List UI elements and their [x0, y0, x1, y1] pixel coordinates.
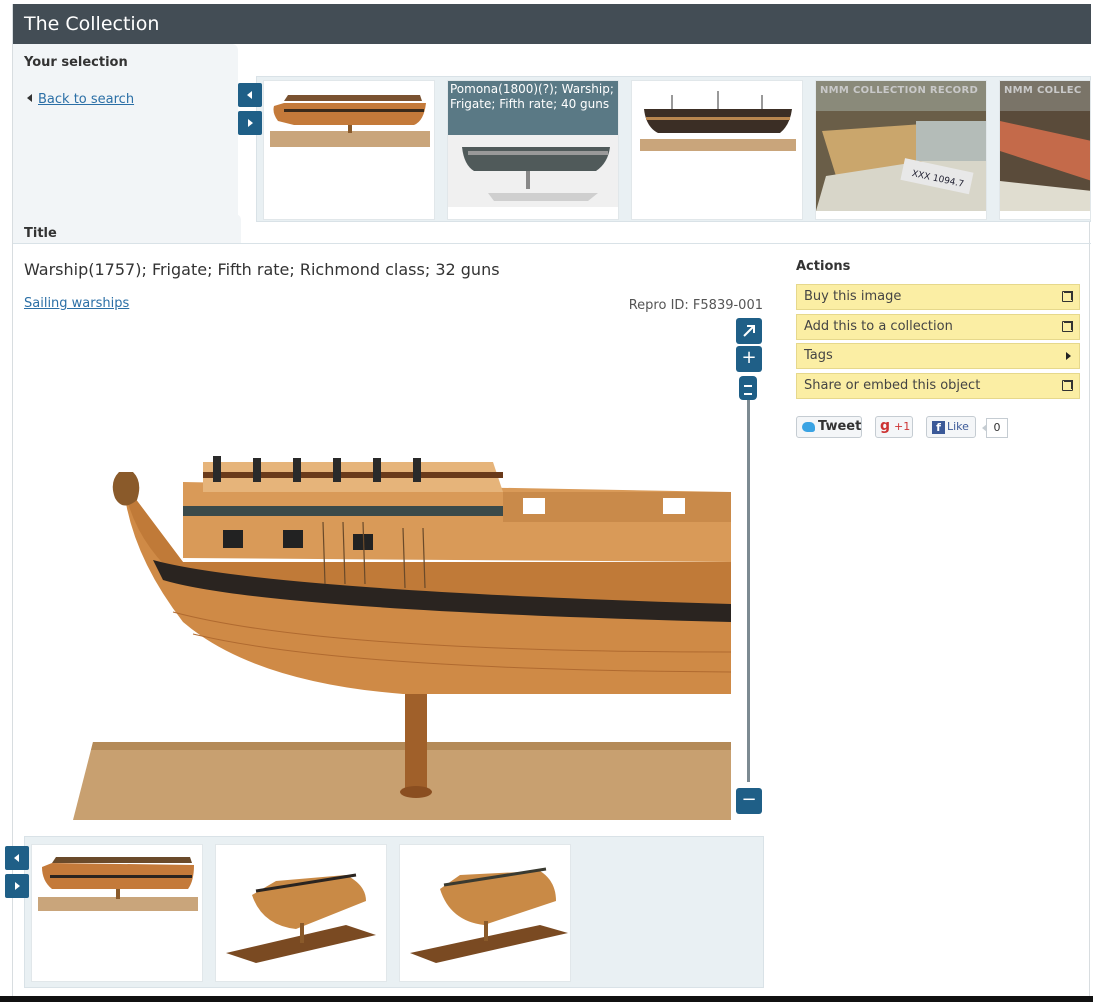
chevron-right-icon	[248, 119, 253, 127]
ship-model-thumb-image	[264, 81, 434, 219]
ship-stern-view-image	[400, 845, 570, 981]
back-to-search-label: Back to search	[38, 92, 135, 107]
image-strip-prev-button[interactable]	[5, 846, 29, 870]
twitter-bird-icon	[802, 422, 815, 432]
tags-button[interactable]: Tags	[796, 343, 1080, 369]
external-link-icon	[1062, 290, 1074, 302]
external-link-icon	[1062, 320, 1074, 332]
action-label: Share or embed this object	[804, 378, 981, 393]
zoom-slider-track[interactable]	[747, 382, 750, 782]
action-label: Add this to a collection	[804, 319, 953, 334]
page: The Collection Your selection Back to se…	[5, 4, 1091, 998]
image-strip-next-button[interactable]	[5, 874, 29, 898]
category-link[interactable]: Sailing warships	[24, 296, 129, 311]
record-photo-thumb-image: XXX 1094.7	[816, 81, 986, 211]
selection-tab: Your selection Back to search	[13, 44, 238, 224]
zoom-out-button[interactable]: −	[736, 788, 762, 814]
thumb-caption: Pomona(1800)(?); Warship; Frigate; Fifth…	[448, 81, 618, 135]
chevron-left-icon	[14, 854, 19, 862]
chevron-left-icon	[247, 91, 252, 99]
repro-id: Repro ID: F5839-001	[628, 298, 763, 313]
chevron-right-icon	[15, 882, 20, 890]
selection-thumb[interactable]: NMM COLLEC	[999, 80, 1091, 220]
expand-icon	[743, 325, 755, 337]
actions-heading: Actions	[796, 259, 851, 274]
ship-bow-view-image	[216, 845, 386, 981]
main-object-image[interactable]	[63, 322, 731, 820]
tweet-button[interactable]: Tweet	[796, 416, 862, 438]
zoom-in-button[interactable]: +	[736, 346, 762, 372]
zoom-slider-handle[interactable]	[739, 376, 757, 400]
selection-thumb-active[interactable]: Pomona(1800)(?); Warship; Frigate; Fifth…	[447, 80, 619, 220]
thumb-overlay-text: NMM COLLEC	[1004, 85, 1082, 96]
buy-image-button[interactable]: Buy this image	[796, 284, 1080, 310]
record-photo-thumb-image	[1000, 81, 1090, 211]
action-label: Tags	[804, 348, 833, 363]
facebook-like-label: Like	[947, 420, 969, 433]
object-title: Warship(1757); Frigate; Fifth rate; Rich…	[24, 260, 500, 279]
selection-tab-label: Your selection	[24, 55, 128, 70]
selection-next-button[interactable]	[238, 111, 262, 135]
google-plus-icon: g	[880, 418, 891, 434]
image-strip-thumb[interactable]	[215, 844, 387, 982]
external-link-icon	[1062, 379, 1074, 391]
facebook-like-count: 0	[982, 418, 1008, 438]
fullscreen-button[interactable]	[736, 318, 762, 344]
action-label: Buy this image	[804, 289, 902, 304]
ship-side-view-image	[32, 845, 202, 981]
facebook-like-button[interactable]: f Like	[926, 416, 976, 438]
google-plus-button[interactable]: g +1	[875, 416, 913, 438]
selection-prev-button[interactable]	[238, 83, 262, 107]
selection-thumb[interactable]	[631, 80, 803, 220]
add-to-collection-button[interactable]: Add this to a collection	[796, 314, 1080, 340]
back-arrow-icon	[27, 94, 32, 102]
image-strip-thumb[interactable]	[31, 844, 203, 982]
ship-model-thumb-image	[632, 81, 802, 219]
bottom-bar	[0, 996, 1093, 1002]
tweet-label: Tweet	[818, 419, 862, 434]
selection-thumb[interactable]: XXX 1094.7 NMM COLLECTION RECORD	[815, 80, 987, 220]
google-plus-label: +1	[894, 420, 911, 433]
app-title: The Collection	[24, 13, 160, 35]
share-embed-button[interactable]: Share or embed this object	[796, 373, 1080, 399]
app-header: The Collection	[13, 4, 1091, 44]
back-to-search-link[interactable]: Back to search	[27, 92, 134, 107]
ship-model-image	[63, 322, 731, 820]
caret-right-icon	[1066, 352, 1071, 360]
title-divider	[13, 243, 1091, 244]
selection-thumb[interactable]	[263, 80, 435, 220]
title-section-label: Title	[24, 226, 57, 241]
image-strip-thumb[interactable]	[399, 844, 571, 982]
thumb-overlay-text: NMM COLLECTION RECORD	[820, 85, 979, 96]
facebook-icon: f	[932, 421, 945, 434]
